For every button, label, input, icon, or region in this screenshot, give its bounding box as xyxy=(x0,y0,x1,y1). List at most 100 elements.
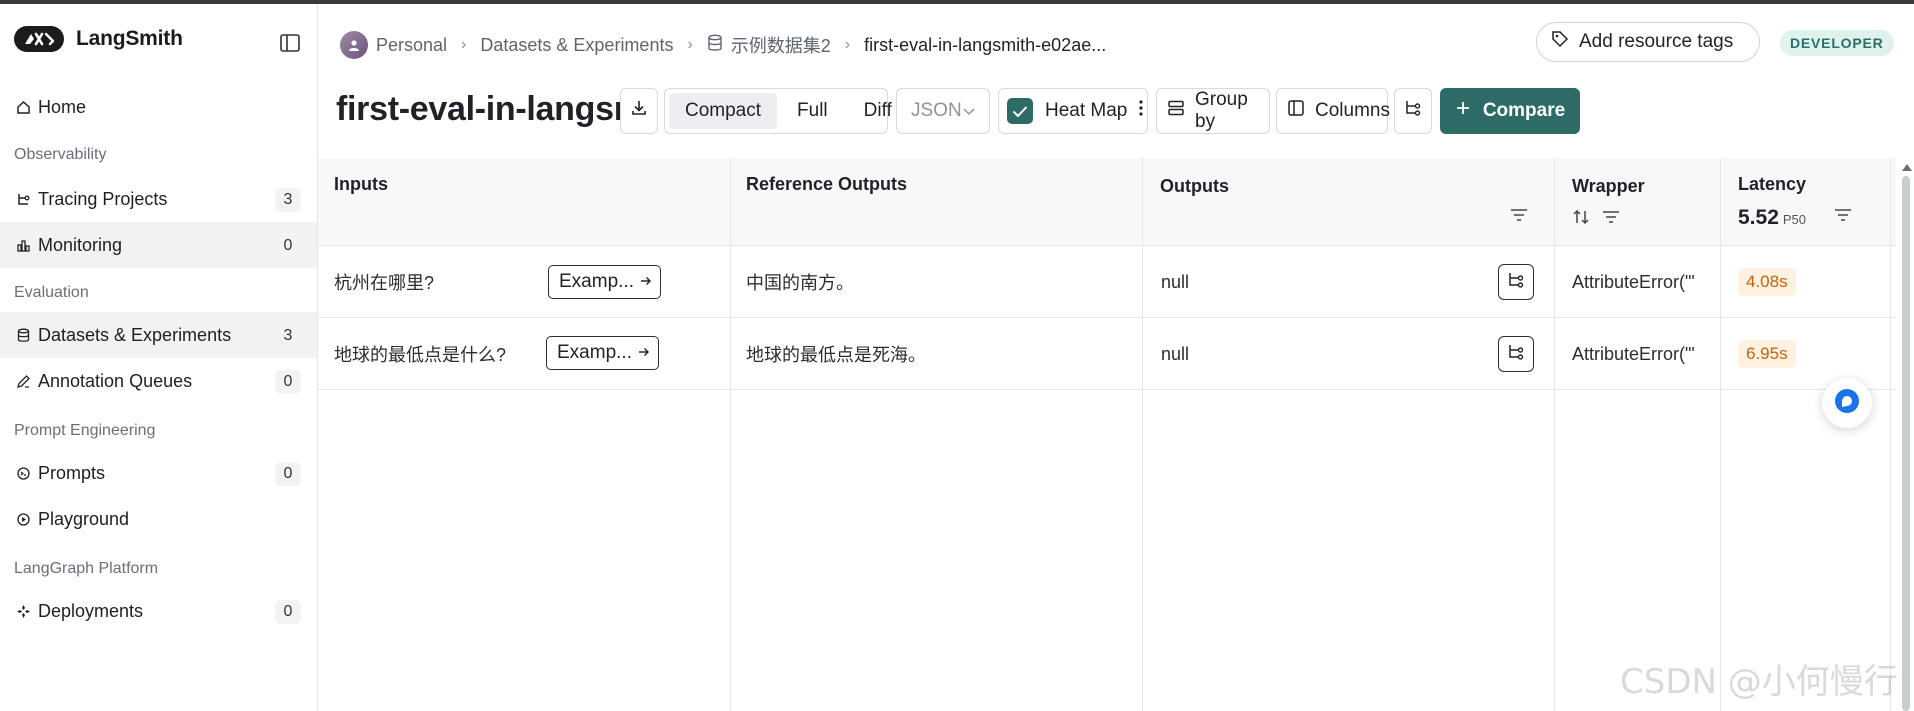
database-icon xyxy=(707,34,723,57)
column-header-inputs[interactable]: Inputs xyxy=(334,174,388,195)
column-divider xyxy=(1142,158,1143,711)
filter-icon[interactable] xyxy=(1510,208,1528,227)
latency-p50-value: 5.52 xyxy=(1738,206,1779,229)
count-badge: 0 xyxy=(275,600,301,624)
latency-header-icons xyxy=(1834,208,1852,227)
column-header-latency[interactable]: Latency xyxy=(1738,174,1806,195)
outputs-header-icons xyxy=(1510,208,1528,227)
wrapper-cell: AttributeError("' xyxy=(1572,343,1695,364)
trace-tree-icon xyxy=(1507,271,1525,294)
sidebar: LangSmith Home Observability Tracing Pro… xyxy=(0,4,318,711)
chevron-down-icon xyxy=(963,100,975,122)
columns-button[interactable]: Columns xyxy=(1276,88,1390,134)
arrow-right-icon xyxy=(640,271,652,293)
heat-map-toggle[interactable]: Heat Map xyxy=(998,88,1148,134)
open-trace-button[interactable] xyxy=(1498,264,1534,300)
breadcrumb-experiment: first-eval-in-langsmith-e02ae... xyxy=(864,34,1107,55)
sidebar-item-label: Prompts xyxy=(38,462,106,483)
reference-output-cell: 地球的最低点是死海。 xyxy=(746,345,926,365)
chevron-right-icon: › xyxy=(844,36,851,53)
sidebar-item-label: Monitoring xyxy=(38,234,123,255)
chevron-right-icon: › xyxy=(461,36,467,53)
view-compact-option[interactable]: Compact xyxy=(669,93,778,129)
brand[interactable]: LangSmith xyxy=(14,26,183,52)
format-select[interactable]: JSON xyxy=(896,88,990,134)
column-divider xyxy=(1890,158,1891,711)
breadcrumb-dataset[interactable]: 示例数据集2 xyxy=(707,32,831,58)
sidebar-item-prompts[interactable]: Prompts 0 xyxy=(0,450,317,496)
column-header-outputs[interactable]: Outputs xyxy=(1160,176,1229,197)
section-prompt-engineering: Prompt Engineering xyxy=(14,422,156,439)
vertical-scrollbar[interactable] xyxy=(1902,176,1910,711)
table-row[interactable]: 地球的最低点是什么? Examp... 地球的最低点是死海。 null Attr… xyxy=(318,318,1896,390)
pencil-icon xyxy=(14,372,32,390)
filter-icon[interactable] xyxy=(1834,208,1852,227)
count-badge: 0 xyxy=(275,234,301,258)
count-badge: 0 xyxy=(275,370,301,394)
sidebar-item-datasets-experiments[interactable]: Datasets & Experiments 3 xyxy=(0,312,317,358)
chat-support-button[interactable] xyxy=(1822,378,1872,428)
langsmith-logo-icon xyxy=(14,26,64,52)
sidebar-item-home[interactable]: Home xyxy=(0,84,317,130)
sidebar-item-label: Playground xyxy=(38,508,130,529)
home-icon xyxy=(14,98,32,116)
chevron-right-icon: › xyxy=(687,36,693,53)
open-trace-button[interactable] xyxy=(1498,336,1534,372)
prompt-icon xyxy=(14,464,32,482)
breadcrumb-workspace[interactable]: Personal xyxy=(340,31,447,59)
filter-icon[interactable] xyxy=(1602,210,1620,229)
resource-tags-label: Add resource tags xyxy=(1579,31,1734,52)
latency-summary: 5.52 P50 xyxy=(1738,206,1806,230)
compare-label: Compare xyxy=(1482,100,1566,121)
trace-tree-button[interactable] xyxy=(1394,88,1432,134)
sidebar-item-playground[interactable]: Playground xyxy=(0,496,317,542)
output-cell: null xyxy=(1161,271,1190,292)
sidebar-item-tracing-projects[interactable]: Tracing Projects 3 xyxy=(0,176,317,222)
experiment-table: Inputs Reference Outputs Outputs Wrapper… xyxy=(318,158,1896,711)
page-title: first-eval-in-langsmith-e02ae xyxy=(336,90,654,128)
section-evaluation: Evaluation xyxy=(14,284,89,301)
trace-tree-icon xyxy=(1507,343,1525,366)
reference-output-cell: 中国的南方。 xyxy=(746,273,854,293)
latency-p50-label: P50 xyxy=(1782,212,1807,227)
input-cell: 杭州在哪里? xyxy=(334,273,435,293)
sidebar-item-annotation-queues[interactable]: Annotation Queues 0 xyxy=(0,358,317,404)
table-row[interactable]: 杭州在哪里? Examp... 中国的南方。 null AttributeErr… xyxy=(318,246,1896,318)
bar-chart-icon xyxy=(14,236,32,254)
input-cell: 地球的最低点是什么? xyxy=(334,345,507,365)
more-vertical-icon[interactable] xyxy=(1139,100,1143,122)
column-header-wrapper[interactable]: Wrapper xyxy=(1572,176,1645,197)
sidebar-item-label: Deployments xyxy=(38,600,144,621)
sidebar-toggle-icon[interactable] xyxy=(280,34,302,54)
view-full-option[interactable]: Full xyxy=(781,93,844,129)
compare-button[interactable]: Compare xyxy=(1440,88,1580,134)
count-badge: 3 xyxy=(275,188,301,212)
breadcrumb-section[interactable]: Datasets & Experiments xyxy=(480,35,673,56)
breadcrumb-label: 示例数据集2 xyxy=(730,36,831,56)
column-divider xyxy=(1720,158,1721,711)
group-icon xyxy=(1167,99,1185,123)
example-link-button[interactable]: Examp... xyxy=(548,265,661,299)
sidebar-item-label: Home xyxy=(38,96,87,117)
deployments-icon xyxy=(14,602,32,620)
add-resource-tags-button[interactable]: Add resource tags xyxy=(1536,22,1760,62)
column-divider xyxy=(730,158,731,711)
table-header xyxy=(318,158,1896,246)
columns-icon xyxy=(1287,99,1305,123)
column-header-reference-outputs[interactable]: Reference Outputs xyxy=(746,174,907,195)
group-by-label: Group by xyxy=(1195,89,1248,132)
sidebar-item-monitoring[interactable]: Monitoring 0 xyxy=(0,222,317,268)
group-by-button[interactable]: Group by xyxy=(1156,88,1270,134)
scroll-up-arrow-icon[interactable] xyxy=(1902,164,1912,171)
sidebar-item-deployments[interactable]: Deployments 0 xyxy=(0,588,317,634)
latency-pill: 4.08s xyxy=(1738,268,1796,296)
download-icon xyxy=(630,99,648,123)
sort-icon[interactable] xyxy=(1572,208,1590,231)
checkbox-checked-icon[interactable] xyxy=(1007,98,1033,124)
brand-name: LangSmith xyxy=(76,27,183,50)
example-link-button[interactable]: Examp... xyxy=(546,336,659,370)
play-circle-icon xyxy=(14,510,32,528)
breadcrumb: Personal › Datasets & Experiments › 示例数据… xyxy=(340,28,1106,62)
example-button-label: Examp... xyxy=(559,271,634,292)
download-button[interactable] xyxy=(620,88,658,134)
